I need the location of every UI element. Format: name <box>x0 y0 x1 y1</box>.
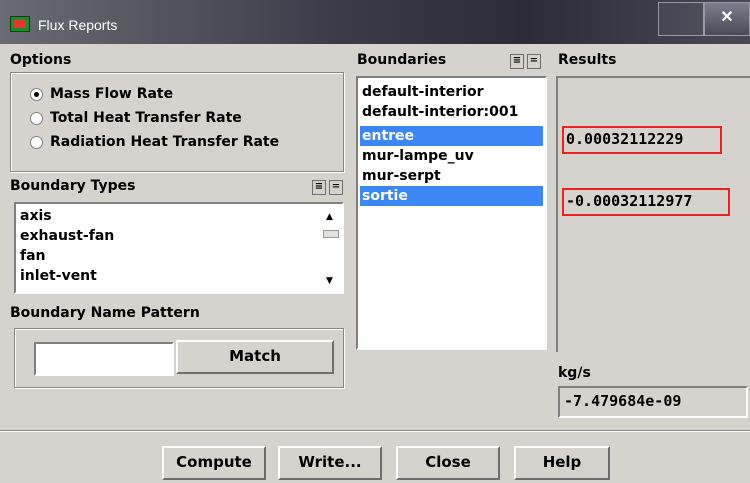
list-item[interactable]: fan <box>20 246 46 266</box>
scrollbar-thumb[interactable] <box>323 230 339 238</box>
list-icon: ≡ <box>314 181 324 192</box>
boundary-name-pattern-label: Boundary Name Pattern <box>10 305 200 321</box>
results-label: Results <box>558 52 617 68</box>
select-all-boundaries-button[interactable]: ≡ <box>510 54 524 69</box>
list-item[interactable]: inlet-vent <box>20 266 97 286</box>
result-value-sortie: -0.00032112977 <box>562 188 730 216</box>
option-label-radiation-heat-transfer-rate[interactable]: Radiation Heat Transfer Rate <box>50 134 279 150</box>
option-label-mass-flow-rate[interactable]: Mass Flow Rate <box>50 86 173 102</box>
select-all-boundary-types-button[interactable]: ≡ <box>312 180 326 195</box>
list-item[interactable]: default-interior <box>362 82 484 102</box>
minimize-button[interactable] <box>658 2 704 36</box>
boundary-types-label: Boundary Types <box>10 178 136 194</box>
close-window-button[interactable]: ✕ <box>704 2 750 36</box>
scroll-up-icon[interactable]: ▲ <box>326 212 333 222</box>
list-item-selected[interactable]: sortie <box>360 186 543 206</box>
option-label-total-heat-transfer-rate[interactable]: Total Heat Transfer Rate <box>50 110 242 126</box>
deselect-all-boundaries-button[interactable]: = <box>527 54 541 69</box>
app-icon <box>10 16 30 32</box>
equals-icon: = <box>331 181 341 192</box>
list-item[interactable]: axis <box>20 206 52 226</box>
radio-radiation-heat-transfer-rate[interactable] <box>30 136 43 149</box>
boundaries-label: Boundaries <box>357 52 447 68</box>
list-item[interactable]: exhaust-fan <box>20 226 114 246</box>
title-bar[interactable]: Flux Reports ✕ <box>0 0 750 44</box>
result-value-entree: 0.00032112229 <box>562 126 722 154</box>
options-label: Options <box>10 52 72 68</box>
list-icon: ≡ <box>512 55 522 66</box>
unit-label: kg/s <box>558 365 591 381</box>
help-button[interactable]: Help <box>514 446 610 480</box>
radio-total-heat-transfer-rate[interactable] <box>30 112 43 125</box>
close-button[interactable]: Close <box>396 446 500 480</box>
list-item[interactable]: mur-lampe_uv <box>362 146 474 166</box>
divider <box>0 430 750 432</box>
list-item[interactable]: default-interior:001 <box>362 102 518 122</box>
radio-mass-flow-rate[interactable] <box>30 88 43 101</box>
boundary-types-list[interactable]: axis exhaust-fan fan inlet-vent ▲ ▼ <box>14 202 344 294</box>
close-icon: ✕ <box>720 9 734 26</box>
net-result-field: -7.479684e-09 <box>558 386 748 418</box>
boundary-types-scrollbar[interactable]: ▲ ▼ <box>322 206 340 290</box>
list-item[interactable]: mur-serpt <box>362 166 441 186</box>
write-button[interactable]: Write... <box>278 446 382 480</box>
equals-icon: = <box>529 55 539 66</box>
pattern-input[interactable] <box>34 342 174 376</box>
boundaries-list[interactable]: default-interior default-interior:001 en… <box>356 76 547 350</box>
window-title: Flux Reports <box>38 17 118 33</box>
compute-button[interactable]: Compute <box>162 446 266 480</box>
scroll-down-icon[interactable]: ▼ <box>326 276 333 286</box>
match-button[interactable]: Match <box>176 340 334 374</box>
deselect-all-boundary-types-button[interactable]: = <box>329 180 343 195</box>
list-item-selected[interactable]: entree <box>360 126 543 146</box>
